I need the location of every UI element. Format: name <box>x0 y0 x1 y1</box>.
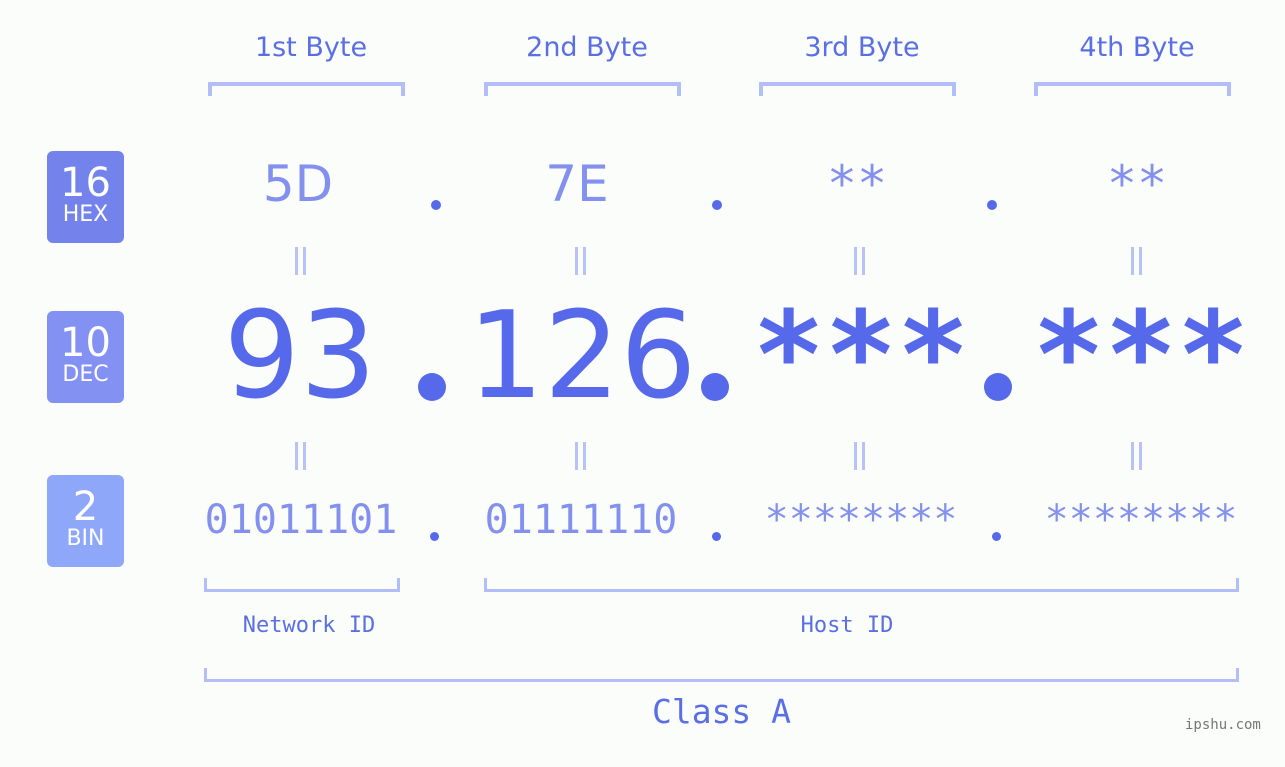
byte-header-2: 2nd Byte <box>526 32 648 63</box>
dec-separator-dot <box>984 373 1012 401</box>
equals-icon <box>1126 442 1146 470</box>
class-label: Class A <box>651 692 792 731</box>
bin-separator-dot <box>430 532 439 541</box>
byte-header-1: 1st Byte <box>254 32 368 63</box>
hex-value-1: 5D <box>262 155 334 213</box>
bin-value-2: 01111110 <box>484 497 678 543</box>
byte-bracket-2 <box>484 82 681 96</box>
hex-badge-label: HEX <box>62 202 109 227</box>
dec-badge: 10 DEC <box>47 311 124 403</box>
dec-value-2: 126 <box>467 287 697 426</box>
dec-value-1: 93 <box>223 287 377 426</box>
hex-value-3: ** <box>826 155 888 213</box>
hex-badge: 16 HEX <box>47 151 124 243</box>
hex-separator-dot <box>431 200 441 210</box>
hex-badge-base: 16 <box>60 160 111 206</box>
equals-icon <box>290 247 310 275</box>
bin-badge: 2 BIN <box>47 475 124 567</box>
host-id-label: Host ID <box>800 613 894 638</box>
equals-icon <box>570 442 590 470</box>
host-id-bracket <box>484 578 1239 592</box>
hex-separator-dot <box>987 200 997 210</box>
bin-separator-dot <box>992 532 1001 541</box>
equals-icon <box>849 247 869 275</box>
byte-bracket-3 <box>759 82 956 96</box>
byte-header-3: 3rd Byte <box>804 32 920 63</box>
watermark: ipshu.com <box>1185 717 1261 733</box>
dec-separator-dot <box>701 373 729 401</box>
dec-badge-label: DEC <box>62 362 109 387</box>
dec-separator-dot <box>418 373 446 401</box>
equals-icon <box>570 247 590 275</box>
dec-badge-base: 10 <box>60 320 111 366</box>
bin-value-1: 01011101 <box>204 497 398 543</box>
hex-value-2: 7E <box>545 155 609 213</box>
byte-header-4: 4th Byte <box>1079 32 1195 63</box>
class-bracket <box>204 668 1239 682</box>
network-id-label: Network ID <box>242 613 376 638</box>
bin-badge-base: 2 <box>72 484 99 530</box>
dec-value-3: *** <box>752 287 970 426</box>
equals-icon <box>1126 247 1146 275</box>
equals-icon <box>849 442 869 470</box>
byte-bracket-4 <box>1034 82 1231 96</box>
byte-bracket-1 <box>208 82 405 96</box>
equals-icon <box>290 442 310 470</box>
bin-separator-dot <box>712 532 721 541</box>
bin-value-4: ******** <box>1044 497 1238 543</box>
network-id-bracket <box>204 578 400 592</box>
bin-value-3: ******** <box>764 497 958 543</box>
hex-value-4: ** <box>1106 155 1168 213</box>
hex-separator-dot <box>712 200 722 210</box>
dec-value-4: *** <box>1032 287 1250 426</box>
bin-badge-label: BIN <box>66 526 105 551</box>
